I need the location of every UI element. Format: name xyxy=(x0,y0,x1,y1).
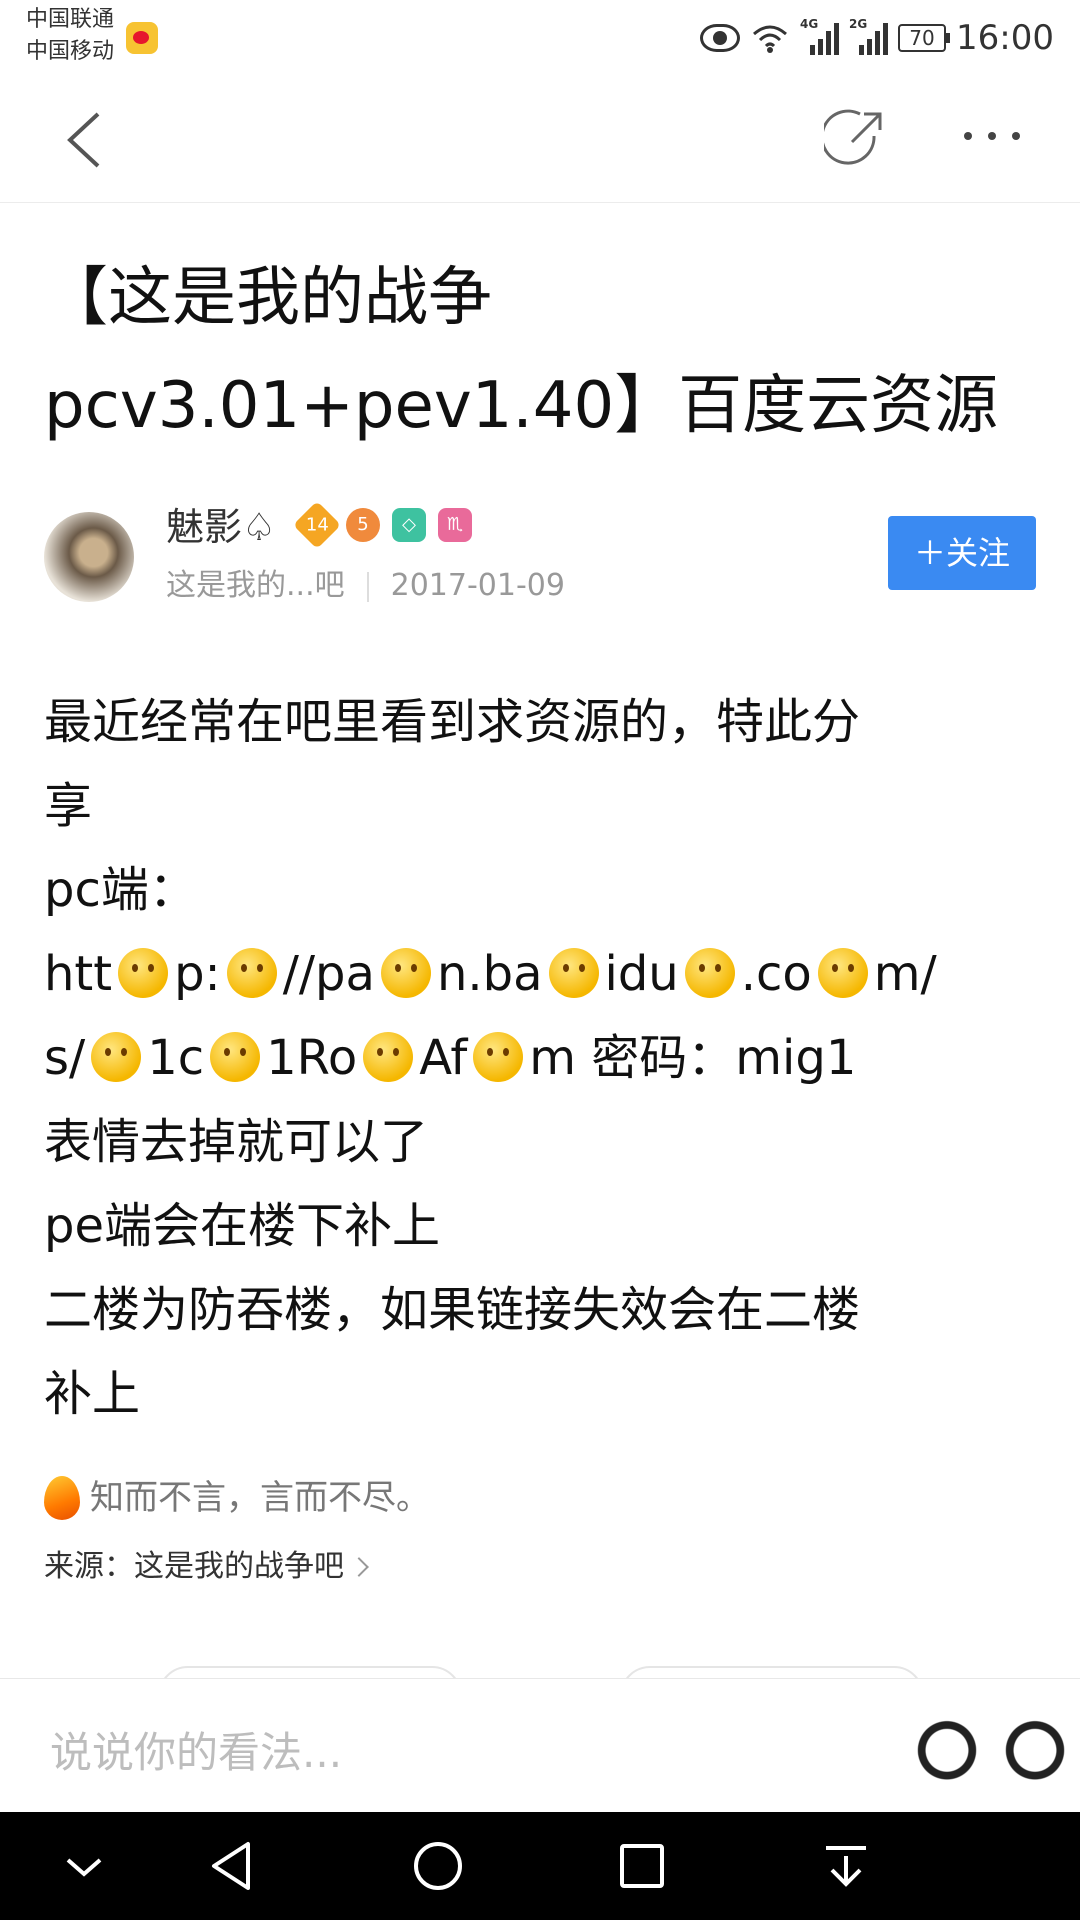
title-line-2: pcv3.01+pev1.40】百度云资源 xyxy=(44,369,999,443)
level-badge: 14 xyxy=(292,500,342,550)
body-line: pc端： xyxy=(44,862,197,918)
post-body: 最近经常在吧里看到求资源的，特此分 享 pc端： htt p://pa n.ba id… xyxy=(44,680,1044,1436)
emoji-icon xyxy=(118,948,169,998)
back-arrow-icon[interactable] xyxy=(64,110,104,170)
comment-input[interactable]: 说说你的看法... xyxy=(50,1719,342,1780)
emoji-icon xyxy=(380,948,431,998)
nav-home-icon[interactable] xyxy=(404,1832,472,1900)
body-line: 享 xyxy=(44,778,93,834)
diamond-badge-icon: ◇ xyxy=(392,508,426,542)
forum-name[interactable]: 这是我的...吧 xyxy=(166,568,345,603)
eye-comfort-icon xyxy=(700,24,741,52)
collapse-icon[interactable] xyxy=(50,1832,118,1900)
scorpio-badge-icon: ♏ xyxy=(438,508,472,542)
author-name[interactable]: 魅影♤ xyxy=(166,502,276,552)
signal-4g-icon: 4G xyxy=(800,17,840,55)
signature-text: 知而不言，言而不尽。 xyxy=(90,1478,430,1518)
battery-icon: 70 xyxy=(898,24,951,52)
carrier-2: 中国移动 xyxy=(26,39,115,64)
flame-icon xyxy=(44,1476,80,1520)
emoji-icon xyxy=(91,1032,142,1082)
nav-back-icon[interactable] xyxy=(200,1832,268,1900)
panda-sticker-icon[interactable] xyxy=(910,1717,984,1791)
emoji-icon xyxy=(684,948,735,998)
obfuscated-link-line-2: s/1c 1Ro Af m 密码：mig1 xyxy=(44,1030,857,1086)
share-icon[interactable] xyxy=(824,108,886,170)
body-line: 最近经常在吧里看到求资源的，特此分 xyxy=(44,694,861,750)
emoji-icon xyxy=(363,1032,414,1082)
emoji-icon xyxy=(548,948,599,998)
body-line: 表情去掉就可以了 xyxy=(44,1114,429,1170)
clock: 16:00 xyxy=(956,18,1054,58)
panda-sticker-icon[interactable] xyxy=(998,1717,1072,1791)
wifi-icon xyxy=(753,25,788,53)
avatar[interactable] xyxy=(44,512,134,602)
obfuscated-link-line-1: htt p://pa n.ba idu .co m/ xyxy=(44,946,937,1002)
top-toolbar xyxy=(0,76,1080,203)
comment-bar: 说说你的看法... xyxy=(0,1678,1080,1813)
emoji-icon xyxy=(473,1032,524,1082)
game-badge-icon: 5 xyxy=(346,508,380,542)
signal-2g-icon: 2G xyxy=(849,17,889,55)
emoji-icon xyxy=(226,948,277,998)
carrier-1: 中国联通 xyxy=(26,7,115,32)
author-badges: 14 5 ◇ ♏ xyxy=(292,500,472,550)
more-options-icon[interactable] xyxy=(964,132,1020,140)
notification-pulldown-icon[interactable] xyxy=(812,1832,880,1900)
post-meta: 这是我的...吧 2017-01-09 xyxy=(166,566,565,606)
chevron-right-icon xyxy=(349,1557,369,1577)
status-bar: 中国联通 中国移动 4G 2G 70 16:00 xyxy=(0,0,1080,76)
signature: 知而不言，言而不尽。 xyxy=(44,1474,430,1522)
system-nav-bar xyxy=(0,1812,1080,1920)
weibo-notification-icon xyxy=(126,22,158,54)
body-line: 补上 xyxy=(44,1366,141,1422)
emoji-icon xyxy=(817,948,868,998)
body-line: pe端会在楼下补上 xyxy=(44,1198,441,1254)
nav-recents-icon[interactable] xyxy=(608,1832,676,1900)
follow-button[interactable]: ＋关注 xyxy=(888,516,1036,590)
post-date: 2017-01-09 xyxy=(390,568,565,603)
emoji-icon xyxy=(210,1032,261,1082)
source-link[interactable]: 来源：这是我的战争吧 xyxy=(44,1546,369,1588)
body-line: 二楼为防吞楼，如果链接失效会在二楼 xyxy=(44,1282,861,1338)
title-line-1: 【这是我的战争 xyxy=(44,261,492,335)
post-title: 【这是我的战争 pcv3.01+pev1.40】百度云资源 xyxy=(44,244,1044,460)
